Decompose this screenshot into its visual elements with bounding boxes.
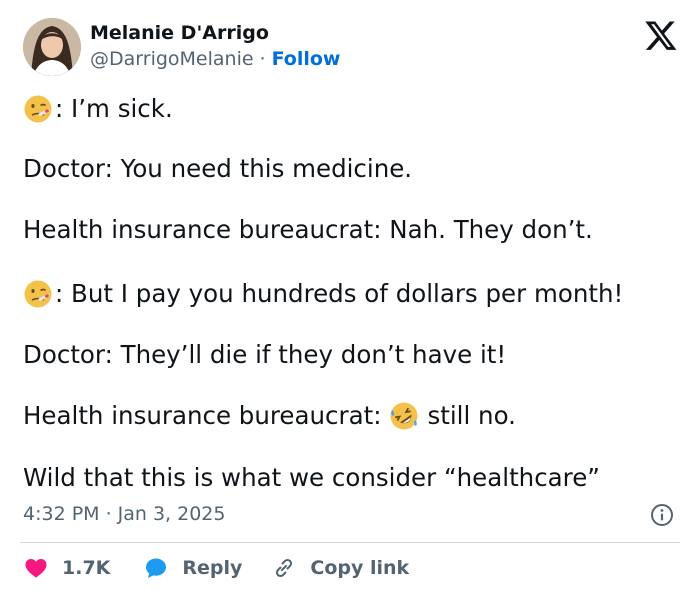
handle-separator: · xyxy=(259,48,266,70)
link-icon xyxy=(276,558,293,578)
tweet-header: Melanie D'Arrigo @DarrigoMelanie · Follo… xyxy=(20,14,680,80)
tweet-line-text: : I’m sick. xyxy=(55,94,173,123)
divider xyxy=(20,542,680,543)
tweet-line-text: Health insurance bureaucrat: Nah. They d… xyxy=(23,215,593,244)
follow-button[interactable]: Follow xyxy=(272,48,341,70)
heart-icon xyxy=(25,559,47,578)
sick-face-emoji-icon xyxy=(23,94,53,124)
tweet-line-text: Health insurance bureaucrat: xyxy=(23,401,382,430)
tweet-time[interactable]: 4:32 PM xyxy=(23,503,100,525)
reply-button[interactable]: Reply xyxy=(144,556,242,580)
tweet-line: Health insurance bureaucrat: Nah. They d… xyxy=(23,214,593,246)
copy-link-button[interactable]: Copy link xyxy=(272,556,409,580)
author-handle[interactable]: @DarrigoMelanie xyxy=(90,48,254,70)
rolling-on-floor-laughing-emoji-icon xyxy=(389,401,419,431)
x-logo-icon[interactable] xyxy=(644,18,678,52)
tweet-line-text: Doctor: They’ll die if they don’t have i… xyxy=(23,340,507,369)
info-icon[interactable] xyxy=(650,503,674,527)
like-count: 1.7K xyxy=(62,557,111,579)
tweet-line: Wild that this is what we consider “heal… xyxy=(23,462,600,494)
copy-link-label: Copy link xyxy=(310,557,410,579)
tweet-line: : But I pay you hundreds of dollars per … xyxy=(23,278,623,310)
timestamp-separator: · xyxy=(105,503,112,525)
tweet-line-text: Wild that this is what we consider “heal… xyxy=(23,463,600,492)
tweet-line: Doctor: They’ll die if they don’t have i… xyxy=(23,339,506,371)
tweet-line: Doctor: You need this medicine. xyxy=(23,153,412,185)
sick-face-emoji-icon xyxy=(23,279,53,309)
tweet-line: Health insurance bureaucrat: still no. xyxy=(23,400,516,432)
tweet-timestamp[interactable]: 4:32 PM · Jan 3, 2025 xyxy=(23,503,225,525)
reply-label: Reply xyxy=(182,557,243,579)
author-name[interactable]: Melanie D'Arrigo xyxy=(90,22,269,44)
author-handle-line: @DarrigoMelanie · Follow xyxy=(90,48,341,70)
tweet-line: : I’m sick. xyxy=(23,93,173,125)
tweet-date[interactable]: Jan 3, 2025 xyxy=(118,503,226,525)
tweet-line-text: still no. xyxy=(427,401,516,430)
tweet-line-text: Doctor: You need this medicine. xyxy=(23,154,413,183)
tweet-line-text: : But I pay you hundreds of dollars per … xyxy=(55,279,624,308)
avatar[interactable] xyxy=(23,18,81,76)
like-button[interactable]: 1.7K xyxy=(24,556,110,580)
action-bar: 1.7K Reply Copy link xyxy=(24,553,409,583)
reply-bubble-icon xyxy=(146,558,167,578)
